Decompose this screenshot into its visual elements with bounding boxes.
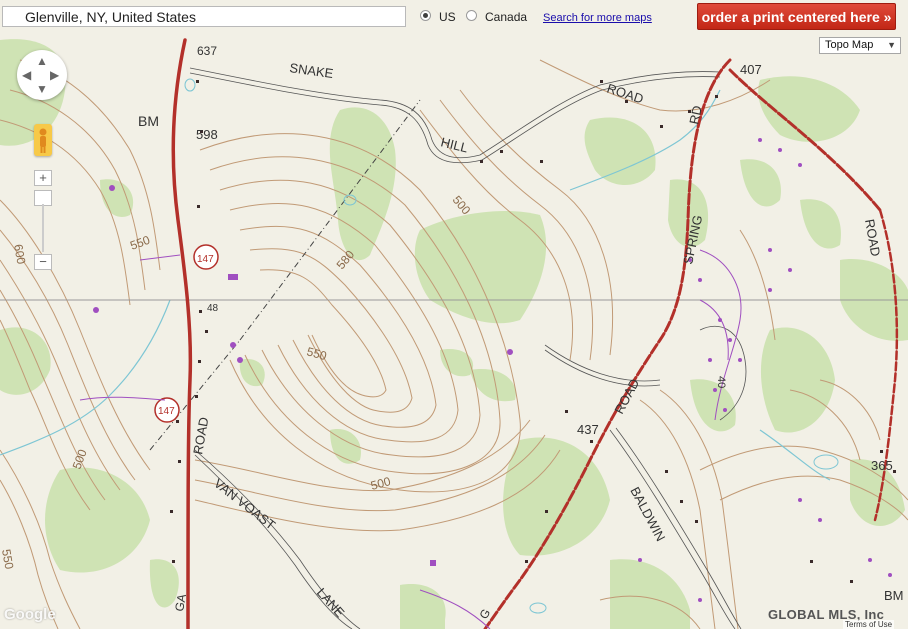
- terms-of-use-link[interactable]: Terms of Use: [843, 620, 895, 629]
- label-elev-598: 598: [196, 127, 218, 142]
- label-ga: GA: [172, 593, 189, 613]
- more-maps-link[interactable]: Search for more maps: [543, 12, 652, 24]
- street-view-pegman-icon[interactable]: [34, 124, 52, 156]
- label-bm-top: BM: [138, 113, 159, 129]
- map-type-select[interactable]: Topo Map ▼: [819, 37, 901, 54]
- label-num-48: 48: [207, 303, 219, 314]
- location-search-input[interactable]: [2, 6, 406, 27]
- toolbar: US Canada Search for more maps order a p…: [0, 0, 908, 34]
- label-elev-407: 407: [740, 62, 762, 77]
- order-print-button[interactable]: order a print centered here »: [697, 3, 896, 30]
- zoom-slider-track[interactable]: [42, 204, 44, 252]
- pan-right-icon[interactable]: ▶: [50, 69, 59, 81]
- pan-control[interactable]: ▲ ▼ ◀ ▶: [17, 50, 67, 100]
- label-bm-right: BM: [884, 588, 904, 603]
- label-elev-637: 637: [197, 44, 217, 58]
- label-elev-365: 365: [871, 458, 893, 473]
- map-type-value: Topo Map: [825, 39, 874, 51]
- topo-map-canvas[interactable]: SNAKE ROAD HILL BM 637 598 407 437 365 5…: [0, 0, 908, 629]
- pan-up-icon[interactable]: ▲: [36, 55, 48, 67]
- zoom-in-button[interactable]: +: [34, 170, 52, 186]
- topo-map[interactable]: SNAKE ROAD HILL BM 637 598 407 437 365 5…: [0, 0, 908, 629]
- radio-us[interactable]: [420, 10, 431, 21]
- radio-us-label[interactable]: US: [439, 10, 456, 24]
- radio-canada-label[interactable]: Canada: [485, 10, 527, 24]
- label-elev-437: 437: [577, 422, 599, 437]
- radio-canada[interactable]: [466, 10, 477, 21]
- label-num-40: 40: [715, 376, 727, 388]
- google-logo: Google: [4, 606, 56, 623]
- pan-down-icon[interactable]: ▼: [36, 83, 48, 95]
- pan-left-icon[interactable]: ◀: [22, 69, 31, 81]
- chevron-down-icon: ▼: [887, 40, 896, 50]
- zoom-out-button[interactable]: −: [34, 254, 52, 270]
- label-route-147-top: 147: [197, 254, 214, 265]
- label-route-147-bottom: 147: [158, 406, 175, 417]
- label-contour-550-bottom: 550: [0, 548, 16, 570]
